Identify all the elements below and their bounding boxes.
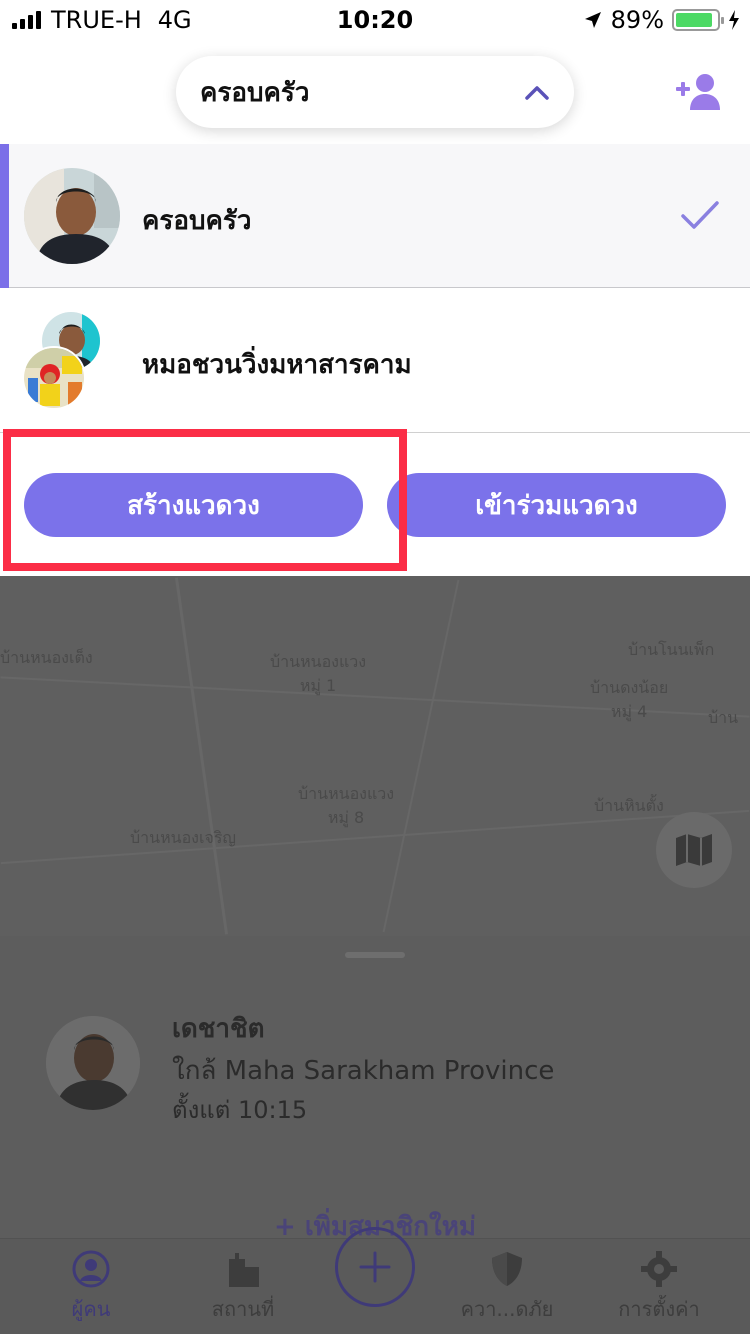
tab-label: สถานที่ bbox=[211, 1297, 275, 1321]
tab-label: ผู้คน bbox=[71, 1297, 111, 1321]
status-right: 89% bbox=[583, 6, 740, 34]
plus-icon bbox=[359, 1251, 391, 1283]
gear-icon bbox=[641, 1251, 677, 1287]
member-since: ตั้งแต่ 10:15 bbox=[172, 1096, 308, 1124]
map-label-line: หมู่ 8 bbox=[327, 808, 365, 827]
map-label: บ้านดงน้อย หมู่ 4 bbox=[590, 676, 668, 724]
shield-icon bbox=[492, 1252, 522, 1286]
check-icon bbox=[681, 201, 719, 229]
battery-icon bbox=[672, 9, 724, 31]
tab-safety[interactable]: ควา...ดภัย bbox=[432, 1239, 582, 1334]
person-icon bbox=[72, 1250, 110, 1288]
map-road bbox=[382, 579, 460, 933]
tab-people[interactable]: ผู้คน bbox=[16, 1239, 166, 1334]
location-arrow-icon bbox=[584, 12, 601, 28]
circle-name: ครอบครัว bbox=[142, 206, 252, 236]
selected-circle-name: ครอบครัว bbox=[200, 77, 310, 108]
circle-name: หมอชวนวิ่งมหาสารคาม bbox=[142, 350, 412, 380]
selected-indicator bbox=[0, 144, 9, 288]
header: ครอบครัว bbox=[0, 40, 750, 144]
avatar bbox=[22, 346, 86, 410]
highlight-box bbox=[3, 429, 407, 571]
map-label-line: บ้านดงน้อย bbox=[590, 678, 669, 697]
map-label-line: หมู่ 4 bbox=[610, 702, 648, 721]
sheet-handle[interactable] bbox=[345, 952, 405, 958]
map-label: บ้านหนองเต็ง bbox=[0, 648, 93, 667]
join-circle-button[interactable]: เข้าร่วมแวดวง bbox=[387, 473, 726, 537]
map-label-line: บ้านหนองแวง bbox=[298, 784, 395, 803]
map-label: บ้าน bbox=[708, 708, 739, 727]
charging-icon bbox=[729, 10, 739, 30]
tab-label: ควา...ดภัย bbox=[460, 1297, 554, 1321]
add-person-icon[interactable] bbox=[674, 72, 722, 112]
map-view: บ้านหนองเต็ง บ้านหนองแวง หมู่ 1 บ้านโนนเ… bbox=[0, 576, 750, 936]
add-fab-button[interactable] bbox=[335, 1227, 415, 1307]
tab-places[interactable]: สถานที่ bbox=[168, 1239, 318, 1334]
map-label: บ้านโนนเพ็ก bbox=[628, 640, 715, 659]
dimmed-overlay[interactable]: บ้านหนองเต็ง บ้านหนองแวง หมู่ 1 บ้านโนนเ… bbox=[0, 576, 750, 1334]
status-bar: TRUE-H 4G 10:20 89% bbox=[0, 0, 750, 40]
map-toggle-button[interactable] bbox=[656, 812, 732, 888]
circle-selector[interactable]: ครอบครัว bbox=[176, 56, 574, 128]
building-icon bbox=[229, 1253, 259, 1287]
tab-label: การตั้งค่า bbox=[618, 1297, 700, 1321]
map-label: บ้านหนองแวง หมู่ 8 bbox=[298, 782, 394, 830]
tab-bar: ผู้คน สถานที่ ควา...ดภัย การตั้งค่า bbox=[0, 1227, 750, 1334]
member-location: ใกล้ Maha Sarakham Province bbox=[172, 1056, 555, 1086]
tab-settings[interactable]: การตั้งค่า bbox=[584, 1239, 734, 1334]
avatar bbox=[24, 168, 120, 264]
avatar[interactable] bbox=[46, 1016, 140, 1110]
battery-percent: 89% bbox=[610, 6, 664, 34]
map-label: บ้านหนองแวง หมู่ 1 bbox=[270, 650, 366, 698]
map-road bbox=[174, 577, 229, 935]
map-label: บ้านหนองเจริญ bbox=[130, 828, 237, 847]
map-label-line: บ้านหนองแวง bbox=[270, 652, 367, 671]
member-name: เดชาชิต bbox=[172, 1014, 265, 1044]
circle-item-running-group[interactable]: หมอชวนวิ่งมหาสารคาม bbox=[0, 288, 750, 432]
map-label: บ้านหินตั้ง bbox=[594, 796, 664, 815]
map-icon bbox=[676, 834, 712, 866]
circle-item-family[interactable]: ครอบครัว bbox=[0, 144, 750, 288]
chevron-up-icon bbox=[525, 86, 549, 100]
map-label-line: หมู่ 1 bbox=[299, 676, 337, 695]
